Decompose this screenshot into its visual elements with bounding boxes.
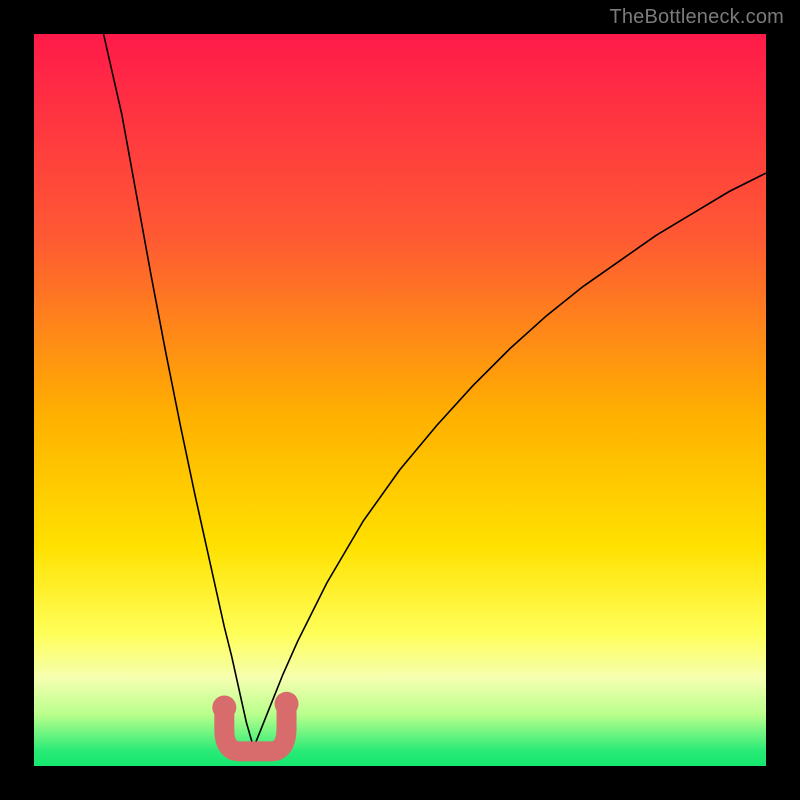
chart-frame: TheBottleneck.com	[0, 0, 800, 800]
watermark-text: TheBottleneck.com	[609, 6, 784, 29]
curve-layer	[34, 34, 766, 766]
bottleneck-curve-right	[254, 173, 766, 748]
optimum-marker-dot-left	[212, 695, 236, 719]
bottleneck-curve-left	[104, 34, 254, 748]
optimum-marker-dot-right	[275, 692, 299, 716]
